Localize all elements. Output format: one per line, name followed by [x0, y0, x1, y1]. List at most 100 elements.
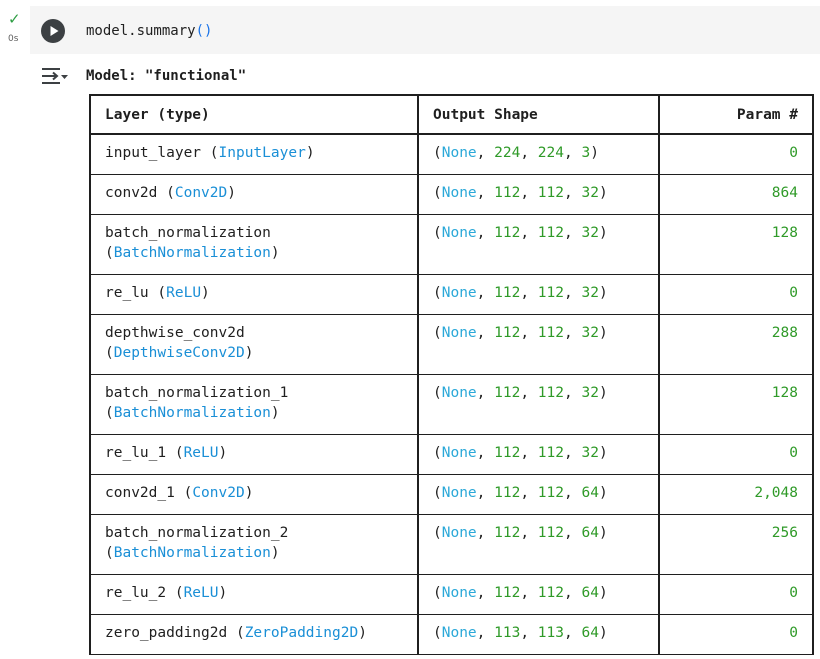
shape-batch-dim: None [441, 225, 477, 241]
layer-name: zero_padding2d [105, 625, 228, 641]
shape-dim: 112 [494, 325, 521, 341]
layer-cell: batch_normalization_2 (BatchNormalizatio… [89, 514, 419, 575]
header-param-count: Param # [658, 94, 814, 135]
shape-dim: 112 [537, 225, 564, 241]
shape-dim: 112 [537, 485, 564, 501]
shape-dim: 112 [537, 525, 564, 541]
layer-name: re_lu [105, 285, 149, 301]
layer-cell: conv2d (Conv2D) [89, 174, 419, 215]
shape-dim: 32 [581, 445, 599, 461]
output-toggle-icon [42, 68, 68, 84]
shape-dim: 113 [537, 625, 564, 641]
output-shape-cell: (None, 112, 112, 32) [417, 214, 660, 275]
shape-dim: 112 [494, 485, 521, 501]
param-count-cell: 0 [658, 614, 814, 655]
table-row: zero_padding2d (ZeroPadding2D) (None, 113… [89, 614, 814, 655]
shape-dim: 112 [494, 585, 521, 601]
param-count-cell: 288 [658, 314, 814, 375]
layer-type: DepthwiseConv2D [113, 345, 245, 361]
output-toggle-button[interactable] [40, 63, 70, 89]
shape-dim: 112 [537, 385, 564, 401]
table-row: re_lu_1 (ReLU) (None, 112, 112, 32) 0 [89, 434, 814, 475]
shape-dim: 112 [537, 585, 564, 601]
shape-dim: 224 [537, 145, 564, 161]
shape-dim: 224 [494, 145, 521, 161]
execution-time: 0s [8, 34, 19, 44]
table-row: depthwise_conv2d (DepthwiseConv2D) (None,… [89, 314, 814, 375]
shape-dim: 112 [494, 445, 521, 461]
table-row: input_layer (InputLayer) (None, 224, 224,… [89, 134, 814, 175]
shape-dim: 112 [494, 385, 521, 401]
output-shape-cell: (None, 112, 112, 32) [417, 174, 660, 215]
param-count-cell: 864 [658, 174, 814, 215]
shape-dim: 112 [537, 445, 564, 461]
model-summary-table: Layer (type) Output Shape Param # input_… [89, 94, 814, 655]
table-body: input_layer (InputLayer) (None, 224, 224,… [89, 134, 814, 655]
output-shape-cell: (None, 112, 112, 32) [417, 314, 660, 375]
layer-cell: re_lu_2 (ReLU) [89, 574, 419, 615]
check-icon: ✓ [8, 10, 21, 28]
param-count-cell: 0 [658, 274, 814, 315]
shape-batch-dim: None [441, 285, 477, 301]
table-row: conv2d_1 (Conv2D) (None, 112, 112, 64) 2,0… [89, 474, 814, 515]
shape-dim: 32 [581, 185, 599, 201]
output-shape-cell: (None, 112, 112, 32) [417, 434, 660, 475]
layer-type: Conv2D [174, 185, 228, 201]
output-shape-cell: (None, 113, 113, 64) [417, 614, 660, 655]
layer-name: batch_normalization_2 [105, 525, 289, 541]
table-row: batch_normalization_1 (BatchNormalizatio… [89, 374, 814, 435]
layer-name: batch_normalization [105, 225, 271, 241]
table-row: re_lu_2 (ReLU) (None, 112, 112, 64) 0 [89, 574, 814, 615]
shape-dim: 64 [581, 485, 599, 501]
table-row: re_lu (ReLU) (None, 112, 112, 32) 0 [89, 274, 814, 315]
header-output-shape: Output Shape [417, 94, 660, 135]
shape-batch-dim: None [441, 625, 477, 641]
shape-batch-dim: None [441, 525, 477, 541]
code-cell[interactable]: ✓ 0s model.summary() [0, 0, 820, 58]
shape-batch-dim: None [441, 445, 477, 461]
output-shape-cell: (None, 224, 224, 3) [417, 134, 660, 175]
param-count-cell: 0 [658, 574, 814, 615]
layer-type: InputLayer [218, 145, 306, 161]
table-header-row: Layer (type) Output Shape Param # [89, 94, 814, 135]
layer-cell: zero_padding2d (ZeroPadding2D) [89, 614, 419, 655]
output-shape-cell: (None, 112, 112, 64) [417, 574, 660, 615]
layer-cell: conv2d_1 (Conv2D) [89, 474, 419, 515]
param-count-cell: 128 [658, 214, 814, 275]
layer-type: BatchNormalization [113, 545, 271, 561]
table-row: batch_normalization_2 (BatchNormalizatio… [89, 514, 814, 575]
shape-dim: 112 [537, 185, 564, 201]
output-shape-cell: (None, 112, 112, 32) [417, 374, 660, 435]
layer-cell: re_lu_1 (ReLU) [89, 434, 419, 475]
shape-batch-dim: None [441, 485, 477, 501]
layer-type: ReLU [183, 445, 219, 461]
shape-batch-dim: None [441, 145, 477, 161]
layer-type: BatchNormalization [113, 405, 271, 421]
run-cell-button[interactable] [41, 19, 65, 43]
layer-name: re_lu_2 [105, 585, 167, 601]
layer-type: ZeroPadding2D [244, 625, 359, 641]
shape-dim: 112 [537, 325, 564, 341]
shape-dim: 113 [494, 625, 521, 641]
code-line[interactable]: model.summary() [86, 21, 212, 41]
code-parens: () [195, 23, 213, 39]
layer-type: ReLU [183, 585, 219, 601]
header-layer-type: Layer (type) [89, 94, 419, 135]
shape-batch-dim: None [441, 185, 477, 201]
shape-batch-dim: None [441, 385, 477, 401]
shape-batch-dim: None [441, 325, 477, 341]
layer-type: Conv2D [192, 485, 245, 501]
param-count-cell: 128 [658, 374, 814, 435]
layer-name: input_layer [105, 145, 202, 161]
layer-type: BatchNormalization [113, 245, 271, 261]
shape-dim: 64 [581, 625, 599, 641]
shape-batch-dim: None [441, 585, 477, 601]
shape-dim: 64 [581, 525, 599, 541]
output-shape-cell: (None, 112, 112, 64) [417, 514, 660, 575]
param-count-cell: 256 [658, 514, 814, 575]
play-icon [50, 26, 59, 36]
layer-name: conv2d [105, 185, 158, 201]
shape-dim: 3 [581, 145, 591, 161]
shape-dim: 112 [494, 185, 521, 201]
layer-type: ReLU [166, 285, 202, 301]
